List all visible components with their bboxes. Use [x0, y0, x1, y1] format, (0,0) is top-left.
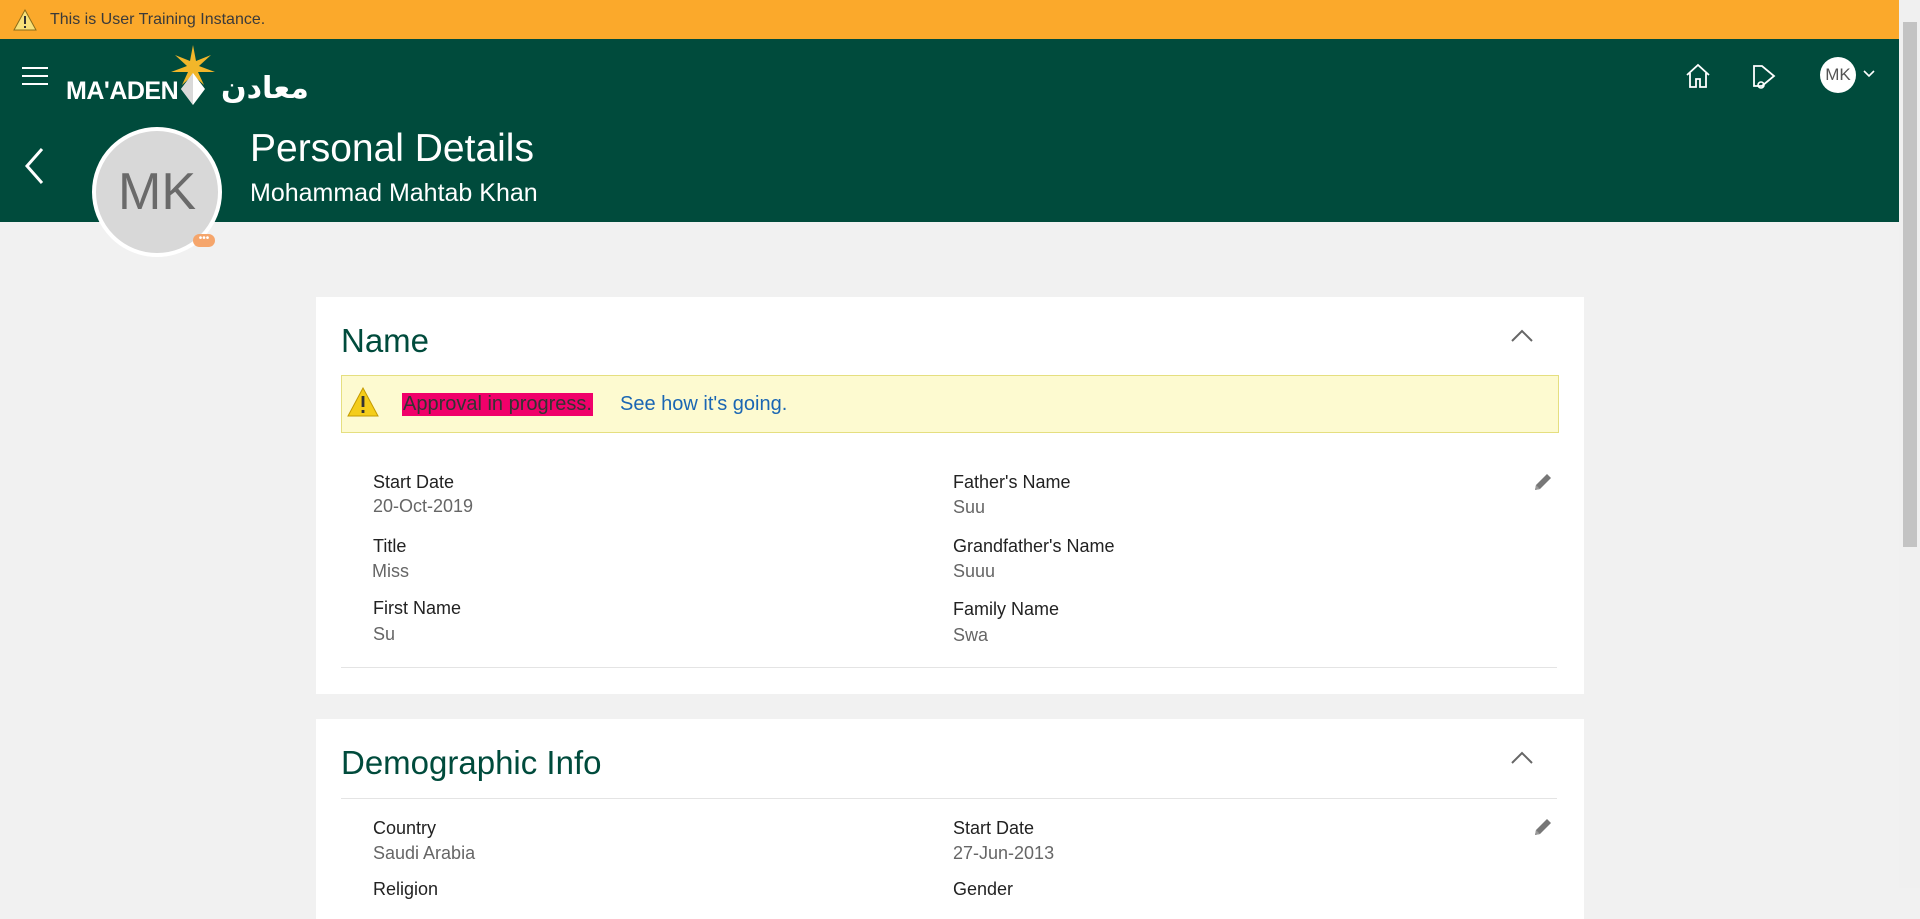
grandfathers-name-value: Suuu: [953, 561, 996, 581]
section-title: Name: [341, 322, 430, 359]
user-avatar[interactable]: MK: [1820, 57, 1856, 93]
menu-icon[interactable]: [22, 67, 48, 87]
edit-pencil-icon[interactable]: [1532, 471, 1554, 493]
fathers-name-value: Suu: [953, 497, 986, 517]
start-date-value: 20-Oct-2019: [373, 496, 474, 516]
back-arrow-icon[interactable]: [22, 146, 46, 186]
collapse-chevron-up-icon[interactable]: [1510, 751, 1534, 765]
warning-icon: [347, 387, 379, 417]
collapse-chevron-up-icon[interactable]: [1510, 329, 1534, 343]
first-name-value: Su: [373, 624, 396, 644]
section-divider: [341, 667, 1557, 668]
name-section: Name Approval in progress. See how it's …: [316, 297, 1584, 694]
section-title: Demographic Info: [341, 744, 602, 781]
avatar-more-icon[interactable]: •••: [193, 234, 215, 247]
approval-alert: Approval in progress. See how it's going…: [341, 375, 1559, 433]
training-banner: This is User Training Instance.: [0, 0, 1920, 39]
title-value: Miss: [372, 561, 409, 581]
approval-link[interactable]: See how it's going.: [620, 393, 787, 416]
page-subtitle: Mohammad Mahtab Khan: [250, 179, 538, 207]
logo-arabic-text: معادن: [221, 72, 309, 105]
religion-label: Religion: [373, 879, 439, 899]
app-header: MA'ADEN معادن MK Personal Details Mohamm…: [0, 39, 1899, 222]
logo-text: MA'ADEN: [66, 77, 179, 105]
chevron-down-icon[interactable]: [1862, 69, 1876, 79]
scrollbar-thumb[interactable]: [1903, 22, 1917, 547]
start-date-value: 27-Jun-2013: [953, 843, 1055, 863]
maaden-logo[interactable]: MA'ADEN معادن: [64, 41, 334, 111]
title-label: Title: [373, 536, 407, 556]
edit-pencil-icon[interactable]: [1532, 816, 1554, 838]
fathers-name-label: Father's Name: [953, 472, 1071, 492]
warning-icon: [13, 8, 37, 30]
notifications-icon[interactable]: [1749, 61, 1779, 91]
banner-text: This is User Training Instance.: [50, 10, 266, 28]
section-divider: [341, 798, 1557, 799]
grandfathers-name-label: Grandfather's Name: [953, 536, 1115, 556]
logo-star-icon: [171, 45, 215, 105]
family-name-label: Family Name: [953, 599, 1060, 619]
demographic-section: Demographic Info Country Saudi Arabia Re…: [316, 719, 1584, 919]
page-title: Personal Details: [250, 127, 534, 170]
approval-status-text: Approval in progress.: [402, 393, 593, 416]
start-date-label: Start Date: [373, 472, 455, 492]
gender-label: Gender: [953, 879, 1014, 899]
family-name-value: Swa: [953, 625, 989, 645]
country-value: Saudi Arabia: [373, 843, 476, 863]
home-icon[interactable]: [1683, 61, 1713, 91]
country-label: Country: [373, 818, 437, 838]
start-date-label: Start Date: [953, 818, 1035, 838]
first-name-label: First Name: [373, 598, 462, 618]
